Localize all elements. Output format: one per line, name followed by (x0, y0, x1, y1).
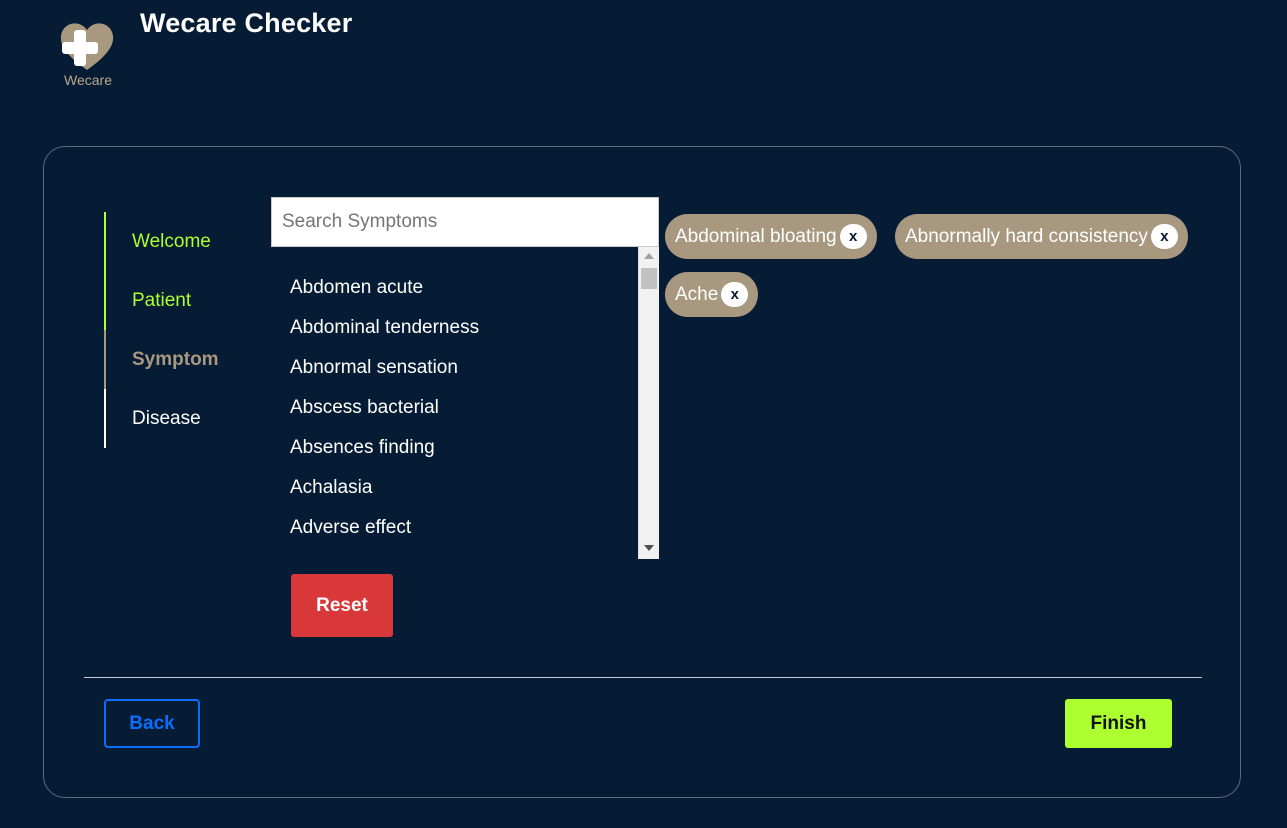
selected-symptom-label: Abnormally hard consistency (905, 226, 1148, 247)
wecare-logo: Wecare (54, 16, 120, 92)
remove-symptom-button[interactable]: x (839, 224, 867, 249)
heart-cross-icon (60, 23, 114, 70)
symptom-list-item[interactable]: Abnormal sensation (290, 357, 458, 379)
app-title: Wecare Checker (140, 8, 353, 38)
scroll-down-arrow-icon[interactable] (644, 545, 654, 551)
symptom-list-item[interactable]: Achalasia (290, 477, 372, 499)
finish-button[interactable]: Finish (1065, 699, 1172, 748)
symptom-list[interactable]: Abdomen acute Abdominal tenderness Abnor… (271, 247, 659, 559)
remove-symptom-button[interactable]: x (1150, 224, 1178, 249)
symptom-list-item[interactable]: Adverse effect (290, 517, 411, 539)
step-navigation: Welcome Patient Symptom Disease (104, 212, 254, 448)
scroll-up-arrow-icon[interactable] (644, 253, 654, 259)
symptom-list-item[interactable]: Abdominal tenderness (290, 317, 479, 339)
step-welcome[interactable]: Welcome (104, 212, 254, 271)
symptom-list-item[interactable]: Abscess bacterial (290, 397, 439, 419)
symptom-list-item[interactable]: Abdomen acute (290, 277, 423, 299)
back-button[interactable]: Back (104, 699, 200, 748)
symptom-list-item[interactable]: Absences finding (290, 437, 435, 459)
symptom-list-scrollbar[interactable] (638, 247, 659, 559)
step-symptom[interactable]: Symptom (104, 330, 254, 389)
selected-symptom-label: Abdominal bloating (675, 226, 837, 247)
symptom-search-input[interactable] (271, 197, 659, 247)
reset-button[interactable]: Reset (291, 574, 393, 637)
logo-text: Wecare (64, 72, 112, 88)
selected-symptom-tag: Abdominal bloating x (665, 214, 877, 259)
footer-divider (84, 677, 1202, 678)
remove-symptom-button[interactable]: x (721, 282, 749, 307)
scroll-thumb[interactable] (641, 268, 657, 289)
step-patient[interactable]: Patient (104, 271, 254, 330)
step-disease[interactable]: Disease (104, 389, 254, 448)
selected-symptom-tag: Ache x (665, 272, 759, 317)
selected-symptom-tag: Abnormally hard consistency x (895, 214, 1188, 259)
selected-symptom-label: Ache (675, 284, 719, 305)
